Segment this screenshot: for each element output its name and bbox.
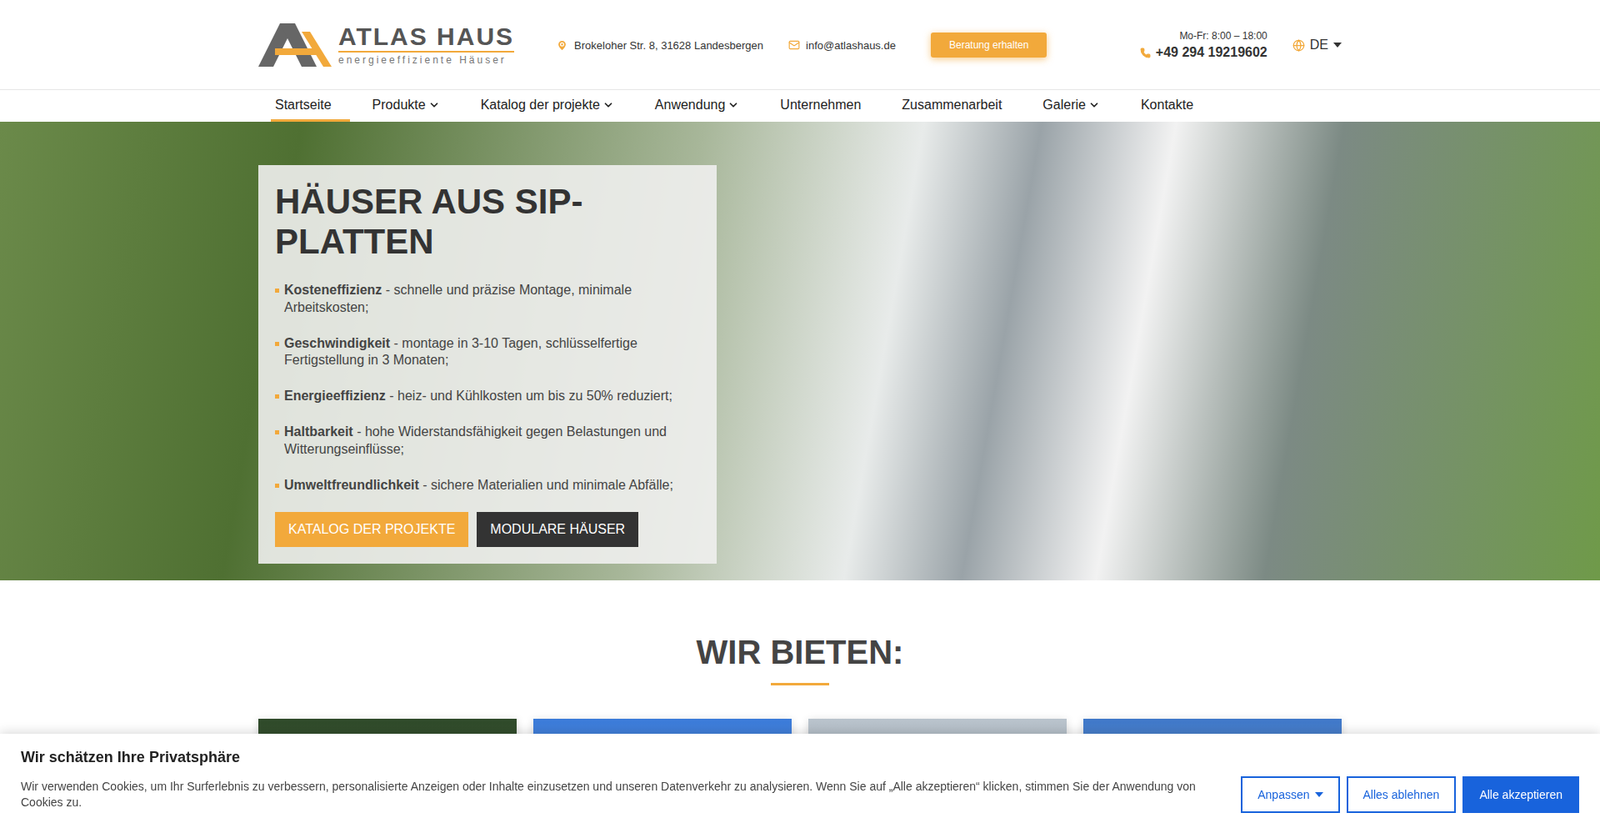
nav-item[interactable]: Anwendung (650, 90, 759, 122)
section-title: WIR BIETEN: (0, 633, 1600, 671)
address: Brokeloher Str. 8, 31628 Landesbergen (555, 39, 764, 52)
chevron-down-icon (1088, 99, 1100, 111)
header: ATLAS HAUSenergieeffiziente Häuser Brokel… (0, 0, 1600, 90)
globe-icon (1292, 39, 1305, 52)
hero-button[interactable]: KATALOG DER PROJEKTE (275, 511, 469, 547)
caret-icon (1315, 791, 1324, 797)
cookie-banner: Wir schätzen Ihre Privatsphäre Wir verwen… (0, 733, 1600, 828)
title-underline (770, 682, 830, 685)
chevron-down-icon (727, 99, 740, 111)
nav-item[interactable]: Startseite (270, 90, 350, 122)
cookie-button[interactable]: Alles ablehnen (1346, 775, 1457, 813)
hero-card: HÄUSER AUS SIP-PLATTEN Kosteneffizienz - … (258, 165, 717, 564)
cookie-button[interactable]: Anpassen (1240, 775, 1340, 813)
chevron-down-icon (602, 99, 615, 111)
cookie-button[interactable]: Alle akzeptieren (1462, 775, 1580, 813)
logo-tagline: energieeffiziente Häuser (338, 50, 515, 66)
feature-item: Energieeffizienz - heiz- und Kühlkosten … (275, 387, 700, 405)
hero-button[interactable]: MODULARE HÄUSER (476, 511, 639, 547)
bullet-icon (275, 394, 280, 399)
cookie-title: Wir schätzen Ihre Privatsphäre (20, 748, 1580, 766)
feature-item: Kosteneffizienz - schnelle und präzise M… (275, 281, 700, 317)
nav-item[interactable]: Produkte (368, 90, 459, 122)
hero: HÄUSER AUS SIP-PLATTEN Kosteneffizienz - … (0, 121, 1600, 580)
page: ATLAS HAUSenergieeffiziente Häuser Brokel… (0, 0, 1600, 828)
contact-box: Mo-Fr: 8:00 – 18:00 +49 294 19219602 (1140, 30, 1268, 60)
nav-item[interactable]: Zusammenarbeit (897, 90, 1020, 122)
bullet-icon (275, 430, 280, 435)
nav-item[interactable]: Galerie (1038, 90, 1119, 122)
feature-item: Haltbarkeit - hohe Widerstandsfähigkeit … (275, 423, 700, 459)
hours: Mo-Fr: 8:00 – 18:00 (1179, 30, 1267, 42)
logo-name: ATLAS HAUS (338, 24, 515, 50)
cookie-text: Wir verwenden Cookies, um Ihr Surferlebn… (20, 778, 1225, 810)
nav-item[interactable]: Kontakte (1136, 90, 1212, 122)
feature-item: Geschwindigkeit - montage in 3-10 Tagen,… (275, 335, 700, 370)
language-select[interactable]: DE (1292, 37, 1342, 53)
bullet-icon (275, 483, 280, 488)
hero-title: HÄUSER AUS SIP-PLATTEN (275, 181, 700, 262)
chevron-down-icon (428, 99, 440, 111)
logo[interactable]: ATLAS HAUSenergieeffiziente Häuser (258, 23, 515, 67)
bullet-icon (275, 341, 280, 346)
nav-item[interactable]: Katalog der projekte (476, 90, 633, 122)
cta-button[interactable]: Beratung erhalten (930, 32, 1047, 58)
caret-icon (1333, 42, 1342, 48)
email[interactable]: info@atlashaus.de (788, 39, 896, 52)
bullet-icon (275, 288, 280, 293)
phone-icon (1140, 47, 1151, 59)
feature-list: Kosteneffizienz - schnelle und präzise M… (275, 281, 700, 494)
map-pin-icon (555, 39, 569, 52)
nav-item[interactable]: Unternehmen (775, 90, 880, 122)
phone[interactable]: +49 294 19219602 (1140, 45, 1268, 60)
logo-icon (258, 23, 332, 67)
nav-bar: Startseite Produkte Katalog der projekte An… (0, 90, 1600, 122)
mail-icon (788, 39, 800, 51)
feature-item: Umweltfreundlichkeit - sichere Materiali… (275, 476, 700, 495)
